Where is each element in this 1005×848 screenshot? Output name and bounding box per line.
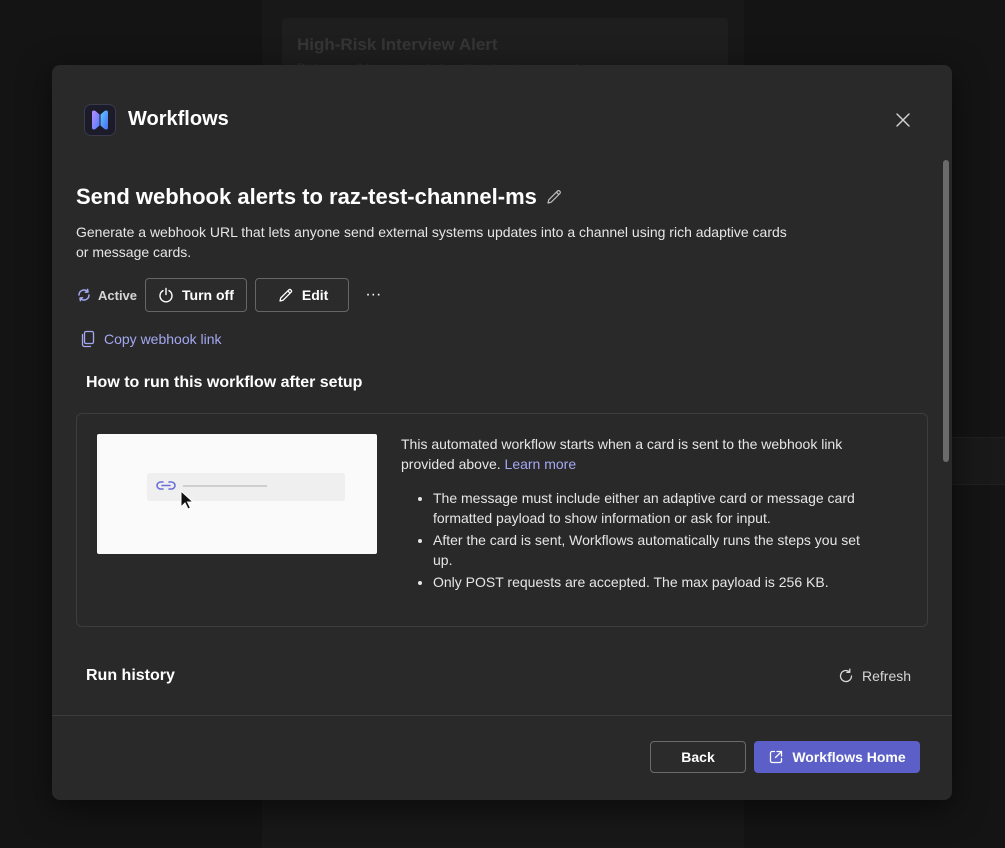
refresh-button[interactable]: Refresh <box>838 668 911 684</box>
workflow-description: Generate a webhook URL that lets anyone … <box>76 224 787 260</box>
workflow-dialog: Workflows Send webhook alerts to raz-tes… <box>52 65 952 800</box>
edit-button[interactable]: Edit <box>254 278 350 312</box>
cursor-icon <box>180 489 195 510</box>
status-badge: Active <box>76 287 137 303</box>
close-button[interactable] <box>890 109 916 131</box>
workflows-home-label: Workflows Home <box>792 749 906 765</box>
more-options-button[interactable]: ··· <box>357 279 389 311</box>
close-icon <box>896 113 910 127</box>
power-icon <box>159 287 173 303</box>
refresh-label: Refresh <box>862 668 912 684</box>
learn-more-link[interactable]: Learn more <box>505 456 577 472</box>
status-label: Active <box>98 287 138 303</box>
dialog-footer: Back Workflows Home <box>52 715 952 800</box>
dialog-app-title: Workflows <box>128 108 229 130</box>
list-item: After the card is sent, Workflows automa… <box>433 530 881 570</box>
how-to-text: This automated workflow starts when a ca… <box>401 434 881 594</box>
workflow-actions: Active Turn off Edit ··· <box>76 278 389 312</box>
copy-webhook-link-label: Copy webhook link <box>104 331 222 347</box>
copy-icon <box>81 330 95 348</box>
workflows-home-button[interactable]: Workflows Home <box>754 741 920 773</box>
how-to-bullets: The message must include either an adapt… <box>401 488 881 592</box>
scrollbar[interactable] <box>943 160 949 462</box>
list-item: The message must include either an adapt… <box>433 488 881 528</box>
open-external-icon <box>770 750 783 764</box>
refresh-icon <box>839 668 853 683</box>
list-item: Only POST requests are accepted. The max… <box>433 572 881 592</box>
edit-label: Edit <box>301 287 329 303</box>
turn-off-label: Turn off <box>182 287 234 303</box>
how-to-card: This automated workflow starts when a ca… <box>76 413 928 627</box>
copy-webhook-link[interactable]: Copy webhook link <box>80 330 222 348</box>
turn-off-button[interactable]: Turn off <box>145 278 247 312</box>
how-to-title: How to run this workflow after setup <box>86 374 363 391</box>
dialog-body[interactable]: Send webhook alerts to raz-test-channel-… <box>52 160 952 715</box>
dialog-header: Workflows <box>52 65 952 160</box>
back-button[interactable]: Back <box>650 741 746 773</box>
edit-title-pencil-icon[interactable] <box>545 188 563 206</box>
how-to-intro: This automated workflow starts when a ca… <box>401 434 881 474</box>
workflow-title: Send webhook alerts to raz-test-channel-… <box>76 184 537 209</box>
webhook-illustration <box>97 434 377 554</box>
how-to-intro-text: This automated workflow starts when a ca… <box>401 436 843 472</box>
link-icon <box>156 481 176 490</box>
workflow-title-row: Send webhook alerts to raz-test-channel-… <box>76 184 563 210</box>
pencil-icon <box>279 288 293 302</box>
illustration-line <box>183 485 267 487</box>
run-history-title: Run history <box>86 667 175 684</box>
more-options-icon: ··· <box>365 286 382 303</box>
workflows-logo-icon <box>84 104 116 136</box>
sync-icon <box>78 288 90 302</box>
